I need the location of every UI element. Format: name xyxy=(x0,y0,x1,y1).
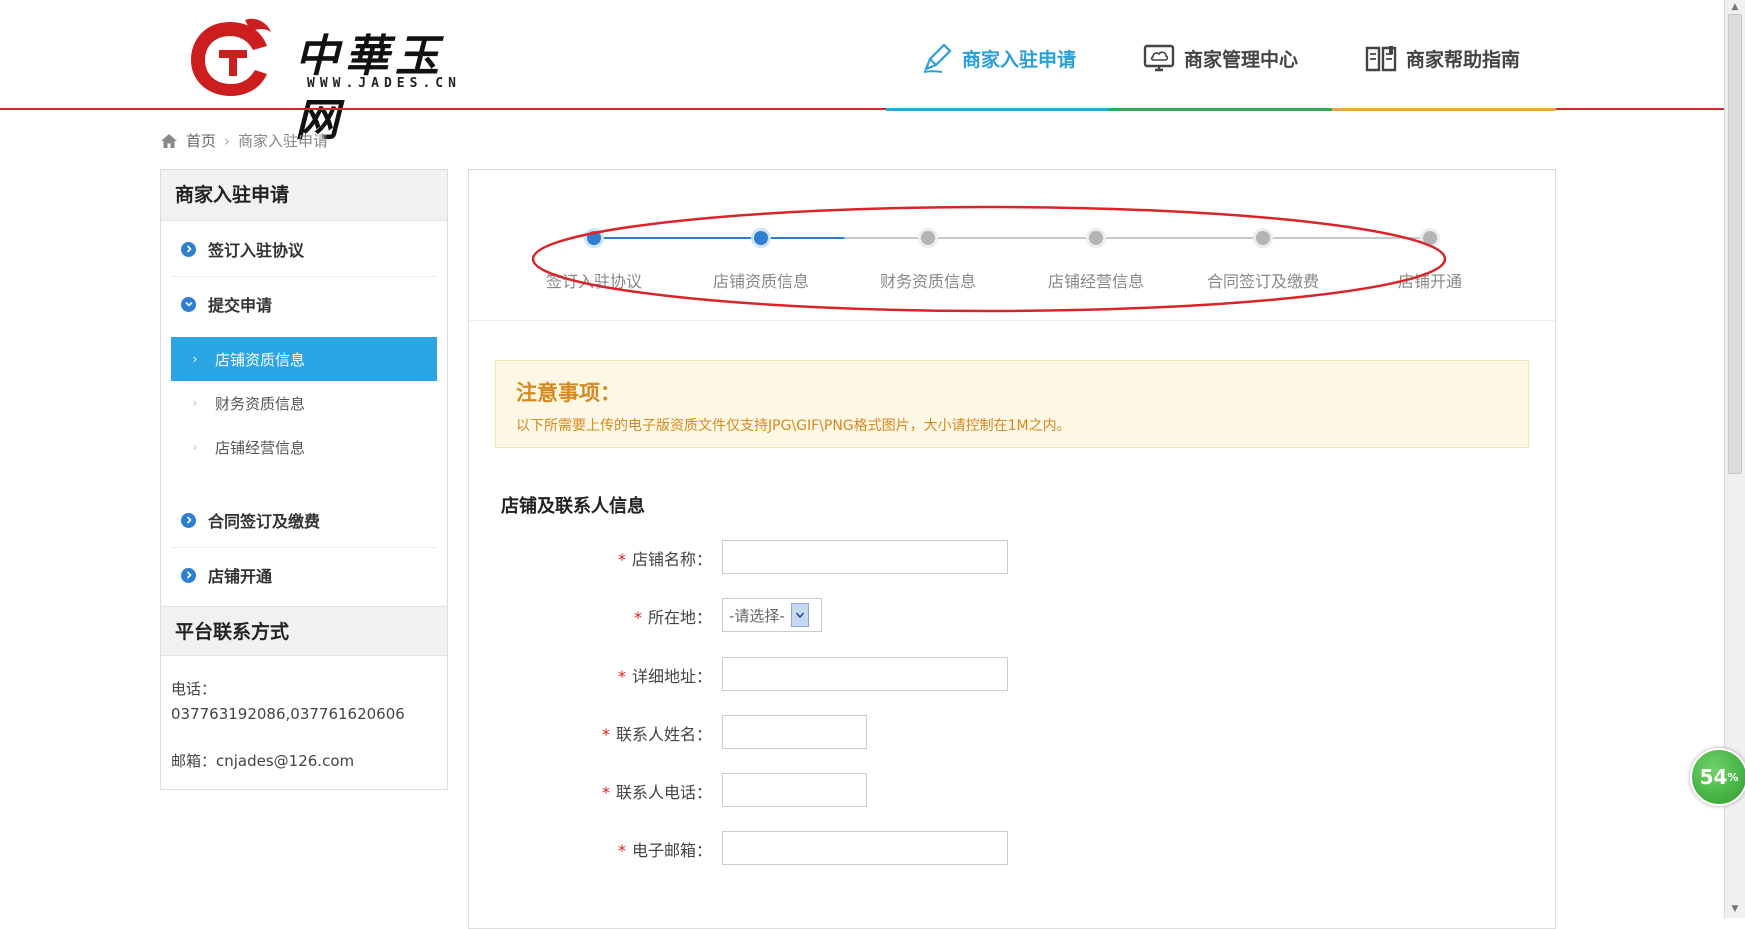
sidebar-item-label: 店铺开通 xyxy=(208,567,273,586)
store-name-input[interactable] xyxy=(722,540,1008,574)
main-panel: 签订入驻协议 店铺资质信息 财务资质信息 店铺经营信息 合同签订及缴费 店铺开通 注意事项… xyxy=(468,169,1556,929)
field-label: * 联系人姓名： xyxy=(602,721,712,745)
field-label-text: 联系人姓名： xyxy=(615,725,712,744)
chevron-right-icon xyxy=(181,241,196,257)
sidebar-subitem-finance-qualification[interactable]: › 财务资质信息 xyxy=(171,381,437,425)
location-select[interactable]: -请选择- xyxy=(722,598,822,632)
book-icon xyxy=(1365,46,1397,72)
chevron-right-icon: › xyxy=(192,440,198,454)
contact-name-input[interactable] xyxy=(722,715,867,749)
chevron-right-icon: › xyxy=(192,396,198,410)
field-label-text: 所在地： xyxy=(647,608,712,627)
sidebar-subitem-business-info[interactable]: › 店铺经营信息 xyxy=(171,425,437,469)
section-title: 店铺及联系人信息 xyxy=(501,496,645,517)
sidebar-subitem-store-qualification[interactable]: › 店铺资质信息 xyxy=(171,337,437,381)
logo-english-text: WWW.JADES.CN xyxy=(307,76,461,91)
field-label: * 联系人电话： xyxy=(602,779,712,803)
nav-merchant-help[interactable]: 商家帮助指南 xyxy=(1364,38,1520,78)
monitor-icon xyxy=(1143,44,1175,72)
breadcrumb-current: 商家入驻申请 xyxy=(238,132,329,150)
address-input[interactable] xyxy=(722,657,1008,691)
logo-mark-icon xyxy=(191,18,271,96)
required-mark: * xyxy=(617,550,626,569)
nav-underline-orange xyxy=(1332,108,1556,111)
progress-steps: 签订入驻协议 店铺资质信息 财务资质信息 店铺经营信息 合同签订及缴费 店铺开通 xyxy=(469,170,1555,321)
site-header: 中華玉网 WWW.JADES.CN 商家入驻申请 商家管理中心 商家帮助指南 xyxy=(0,0,1724,146)
contact-title: 平台联系方式 xyxy=(161,606,447,656)
chevron-right-icon xyxy=(181,512,196,528)
required-mark: * xyxy=(617,667,626,686)
notice-title: 注意事项： xyxy=(516,381,621,405)
notice-box: 注意事项： 以下所需要上传的电子版资质文件仅支持JPG\GIF\PNG格式图片，… xyxy=(495,360,1529,448)
contact-email: 邮箱：cnjades@126.com xyxy=(171,752,355,770)
badge-unit: % xyxy=(1727,770,1739,784)
scroll-up-icon[interactable]: ▲ xyxy=(1729,2,1741,12)
nav-label: 商家管理中心 xyxy=(1184,48,1299,71)
sidebar-subitem-label: 店铺资质信息 xyxy=(215,350,306,369)
breadcrumb-home[interactable]: 首页 xyxy=(186,130,216,151)
form-row-store-name: * 店铺名称： xyxy=(469,540,712,576)
scroll-thumb[interactable] xyxy=(1728,14,1742,474)
badge-value: 54 xyxy=(1699,765,1728,789)
chevron-down-icon xyxy=(181,296,196,312)
nav-merchant-center[interactable]: 商家管理中心 xyxy=(1142,38,1298,78)
scroll-down-icon[interactable]: ▼ xyxy=(1729,904,1741,914)
form-row-address: * 详细地址： xyxy=(469,657,712,693)
pen-icon xyxy=(923,43,952,73)
field-label: * 所在地： xyxy=(634,604,712,628)
field-label-text: 联系人电话： xyxy=(615,783,712,802)
required-mark: * xyxy=(601,725,610,744)
progress-badge[interactable]: 54% xyxy=(1690,748,1745,806)
form-row-location: * 所在地： xyxy=(469,598,712,634)
breadcrumb: 首页 › 商家入驻申请 xyxy=(160,130,328,151)
sidebar-item-submit-application[interactable]: 提交申请 xyxy=(171,277,437,331)
sidebar-item-label: 合同签订及缴费 xyxy=(208,512,321,531)
nav-merchant-apply[interactable]: 商家入驻申请 xyxy=(920,38,1076,78)
field-label-text: 详细地址： xyxy=(631,667,712,686)
sidebar-subitem-label: 店铺经营信息 xyxy=(215,438,306,457)
form-row-contact-name: * 联系人姓名： xyxy=(469,715,712,751)
chevron-right-icon xyxy=(181,567,196,583)
field-label: * 电子邮箱： xyxy=(618,837,712,861)
sidebar-item-label: 签订入驻协议 xyxy=(208,241,305,260)
field-label-text: 店铺名称： xyxy=(631,550,712,569)
field-label-text: 电子邮箱： xyxy=(631,841,712,860)
sidebar-item-label: 提交申请 xyxy=(208,296,273,315)
form-row-contact-phone: * 联系人电话： xyxy=(469,773,712,809)
required-mark: * xyxy=(617,841,626,860)
required-mark: * xyxy=(601,783,610,802)
sidebar-subitem-label: 财务资质信息 xyxy=(215,394,306,413)
home-icon[interactable] xyxy=(160,133,178,149)
breadcrumb-separator-icon: › xyxy=(224,131,231,150)
nav-underline-blue xyxy=(886,108,1108,111)
sidebar-title: 商家入驻申请 xyxy=(161,170,447,221)
field-label: * 详细地址： xyxy=(618,663,712,687)
contact-phone-input[interactable] xyxy=(722,773,867,807)
nav-underline-green xyxy=(1108,108,1332,111)
notice-text: 以下所需要上传的电子版资质文件仅支持JPG\GIF\PNG格式图片，大小请控制在… xyxy=(516,418,1071,434)
contact-phone-value: 037763192086,037761620606 xyxy=(171,705,405,723)
sidebar-item-sign-agreement[interactable]: 签订入驻协议 xyxy=(171,222,437,277)
annotation-ellipse xyxy=(531,205,1447,313)
nav-label: 商家入驻申请 xyxy=(962,48,1077,71)
chevron-down-icon[interactable] xyxy=(790,603,809,627)
sidebar: 商家入驻申请 签订入驻协议 提交申请 › 店铺资质信息 › 财务资质信息 › 店… xyxy=(160,169,448,790)
chevron-right-icon: › xyxy=(192,352,198,366)
sidebar-item-store-open[interactable]: 店铺开通 xyxy=(171,548,437,602)
required-mark: * xyxy=(633,608,642,627)
form-row-email: * 电子邮箱： xyxy=(469,831,712,867)
site-logo[interactable]: 中華玉网 WWW.JADES.CN xyxy=(185,12,485,146)
field-label: * 店铺名称： xyxy=(618,546,712,570)
select-value: -请选择- xyxy=(729,606,785,625)
sidebar-item-contract-payment[interactable]: 合同签订及缴费 xyxy=(171,493,437,548)
contact-phone-label: 电话： xyxy=(171,680,217,698)
email-input[interactable] xyxy=(722,831,1008,865)
nav-label: 商家帮助指南 xyxy=(1406,48,1521,71)
